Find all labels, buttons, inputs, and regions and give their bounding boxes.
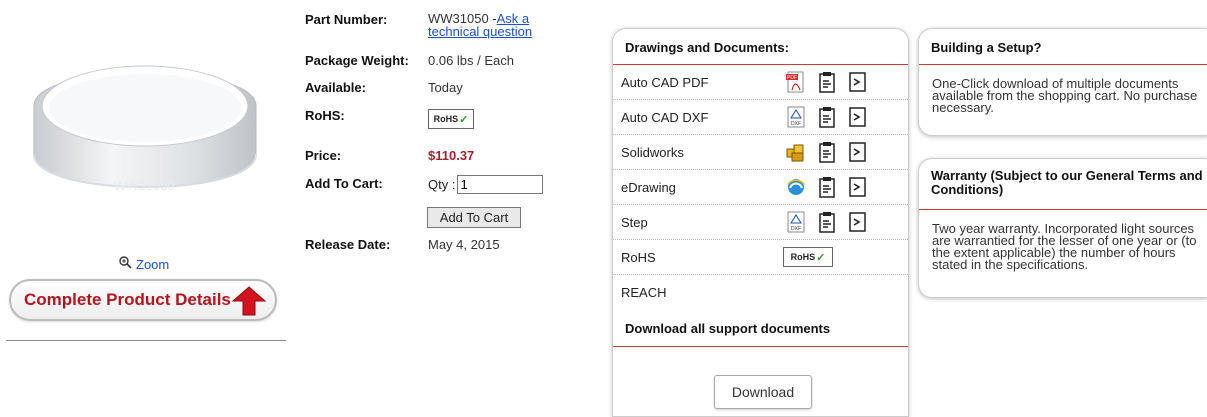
engraving-text: WW31050 xyxy=(114,178,175,193)
part-number-label: Part Number: xyxy=(305,12,388,27)
zoom-label[interactable]: Zoom xyxy=(136,257,169,272)
qty-label: Qty : xyxy=(428,177,456,192)
release-date-value: May 4, 2015 xyxy=(428,237,500,252)
dxf-icon[interactable]: DXF xyxy=(785,211,807,233)
edrawing-icon[interactable] xyxy=(785,176,807,198)
clipboard-icon[interactable] xyxy=(816,71,838,93)
weight-label: Package Weight: xyxy=(305,53,409,68)
share-icon[interactable] xyxy=(847,176,869,198)
add-to-cart-button[interactable]: Add To Cart xyxy=(427,207,521,228)
doc-row-reach: REACH xyxy=(613,275,908,310)
doc-label: Auto CAD DXF xyxy=(621,109,709,125)
doc-row-rohs: RoHS RoHS ✓ xyxy=(613,240,908,275)
doc-row-step: Step DXF xyxy=(613,205,908,240)
dxf-icon[interactable]: DXF xyxy=(785,106,807,128)
doc-label: REACH xyxy=(621,285,667,300)
available-value: Today xyxy=(428,80,463,95)
available-label: Available: xyxy=(305,80,366,95)
qty-input[interactable] xyxy=(457,175,544,194)
doc-label: Step xyxy=(621,214,648,230)
clipboard-icon[interactable] xyxy=(816,141,838,163)
qty-group: Qty : xyxy=(428,175,544,194)
doc-row-edrawing: eDrawing xyxy=(613,170,908,205)
warranty-heading: Warranty (Subject to our General Terms a… xyxy=(919,159,1207,210)
doc-row-autocad-pdf: Auto CAD PDF PDF xyxy=(613,65,908,100)
clipboard-icon[interactable] xyxy=(816,176,838,198)
warranty-card: Warranty (Subject to our General Terms a… xyxy=(918,158,1207,298)
price-label: Price: xyxy=(305,148,342,163)
price-value: $110.37 xyxy=(428,148,475,163)
share-icon[interactable] xyxy=(847,106,869,128)
download-all-heading: Download all support documents xyxy=(613,310,908,347)
release-date-label: Release Date: xyxy=(305,237,391,252)
share-icon[interactable] xyxy=(847,211,869,233)
zoom-icon xyxy=(119,256,132,272)
rohs-badge: RoHS ✓ xyxy=(428,109,474,129)
complete-product-details-button[interactable]: Complete Product Details xyxy=(9,279,277,321)
weight-value: 0.06 lbs / Each xyxy=(428,53,514,68)
doc-row-solidworks: Solidworks xyxy=(613,135,908,170)
up-arrow-icon xyxy=(231,286,267,321)
svg-text:DXF: DXF xyxy=(791,226,801,232)
product-image[interactable]: WW31050 xyxy=(30,44,260,224)
check-icon: ✓ xyxy=(459,113,469,126)
pdf-icon[interactable]: PDF xyxy=(785,71,807,93)
setup-body: One-Click download of multiple documents… xyxy=(932,76,1198,115)
share-icon[interactable] xyxy=(847,71,869,93)
warranty-body: Two year warranty. Incorporated light so… xyxy=(932,221,1197,272)
setup-card: Building a Setup? One-Click download of … xyxy=(918,28,1207,136)
rohs-doc-badge[interactable]: RoHS ✓ xyxy=(783,247,833,267)
clipboard-icon[interactable] xyxy=(816,211,838,233)
doc-label: RoHS xyxy=(621,249,656,265)
share-icon[interactable] xyxy=(847,141,869,163)
rohs-label: RoHS: xyxy=(305,108,345,123)
download-button[interactable]: Download xyxy=(714,375,812,409)
check-icon: ✓ xyxy=(816,251,826,264)
solidworks-icon[interactable] xyxy=(785,141,807,163)
documents-heading: Drawings and Documents: xyxy=(613,29,908,65)
doc-label: Solidworks xyxy=(621,144,684,160)
part-number-value: WW31050 -Ask a technical question xyxy=(428,12,532,38)
setup-heading: Building a Setup? xyxy=(919,29,1207,65)
divider xyxy=(6,340,286,341)
doc-label: eDrawing xyxy=(621,179,676,195)
svg-text:DXF: DXF xyxy=(791,121,801,127)
zoom-link[interactable]: Zoom xyxy=(119,256,169,272)
clipboard-icon[interactable] xyxy=(816,106,838,128)
add-to-cart-label: Add To Cart: xyxy=(305,176,383,191)
svg-text:PDF: PDF xyxy=(787,75,797,81)
doc-row-autocad-dxf: Auto CAD DXF DXF xyxy=(613,100,908,135)
complete-product-details-label: Complete Product Details xyxy=(24,290,231,309)
doc-label: Auto CAD PDF xyxy=(621,74,709,90)
documents-card: Drawings and Documents: Auto CAD PDF PDF… xyxy=(612,28,909,417)
